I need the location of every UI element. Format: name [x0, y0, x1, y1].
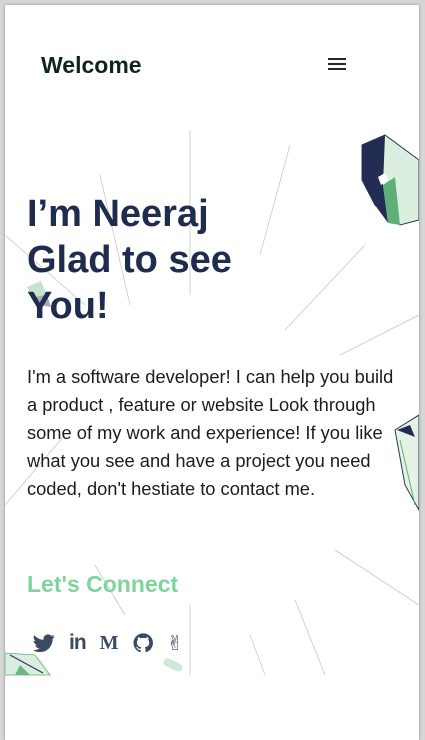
peace-hand-icon[interactable]: ✌ — [167, 631, 184, 655]
hero-line-1: I’m Neeraj — [27, 193, 209, 235]
lets-connect-heading: Let's Connect — [27, 571, 179, 597]
github-icon[interactable] — [133, 633, 153, 653]
social-links: in M ✌ — [33, 631, 183, 655]
intro-paragraph: I'm a software developer! I can help you… — [27, 366, 394, 499]
menu-line — [328, 58, 346, 60]
hero-heading: I’m Neeraj Glad to see You! — [27, 191, 232, 329]
twitter-icon[interactable] — [33, 633, 55, 653]
page-frame: Welcome I’m Neeraj Glad to see You! I'm … — [5, 5, 419, 740]
medium-icon[interactable]: M — [100, 632, 119, 655]
hamburger-menu-icon[interactable] — [328, 55, 350, 73]
menu-line — [328, 68, 346, 70]
hero-line-2: Glad to see — [27, 239, 232, 281]
hero-line-3: You! — [27, 285, 109, 327]
linkedin-icon[interactable]: in — [69, 631, 87, 655]
menu-line — [328, 63, 346, 65]
welcome-title: Welcome — [41, 52, 142, 78]
